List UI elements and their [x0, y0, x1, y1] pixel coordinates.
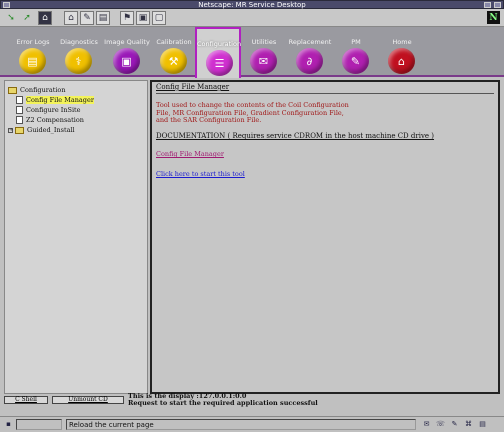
pm-icon: ✎ [342, 48, 369, 74]
print-icon[interactable]: ▤ [96, 11, 110, 25]
tab-label: Configuration [197, 40, 242, 48]
back-arrow-icon[interactable]: ➘ [4, 11, 18, 25]
unmount-cd-button[interactable]: Unmount CD [52, 396, 124, 404]
tab-home[interactable]: Home ⌂ [379, 27, 425, 77]
tree-folder-configuration[interactable]: Configuration [5, 85, 147, 95]
status-bar: ▪ Reload the current page ✉ ☏ ✎ ⌘ ▤ [0, 416, 504, 432]
c-shell-button[interactable]: C Shell [4, 396, 48, 404]
component-bar-icon[interactable]: ▤ [478, 420, 487, 429]
home-icon: ⌂ [388, 48, 415, 74]
content-pane: Config File Manager Tool used to change … [150, 80, 500, 394]
tab-pm[interactable]: PM ✎ [333, 27, 379, 77]
divider [156, 93, 494, 94]
tab-utilities[interactable]: Utilities ✉ [241, 27, 287, 77]
status-text: Reload the current page [66, 419, 416, 430]
documentation-heading: DOCUMENTATION ( Requires service CDROM i… [156, 132, 435, 140]
toolbar: ➘ ➚ ⌂ ⌂ ✎ ▤ ⚑ ▣ ▢ N [0, 9, 504, 27]
description-line: and the SAR Configuration File. [156, 116, 262, 124]
title-bar: Netscape: MR Service Desktop [0, 0, 504, 9]
tree-item-config-file-manager[interactable]: Config File Manager [5, 95, 147, 105]
window-title: Netscape: MR Service Desktop [198, 1, 306, 9]
security-icon[interactable]: ⚑ [120, 11, 134, 25]
tab-label: Utilities [251, 38, 277, 46]
tab-error-logs[interactable]: Error Logs ▤ [10, 27, 56, 77]
tab-image-quality[interactable]: Image Quality ▣ [104, 27, 150, 77]
tool-description: Tool used to change the contents of the … [156, 101, 416, 125]
configuration-icon: ☰ [206, 50, 233, 76]
tab-label: Calibration [156, 38, 192, 46]
tree-item-configure-insite[interactable]: Configure InSite [5, 105, 147, 115]
tree-item-label: Configure InSite [26, 106, 81, 114]
tab-label: Home [392, 38, 412, 46]
maximize-icon[interactable] [494, 2, 501, 8]
page-title: Config File Manager [156, 83, 230, 91]
document-icon[interactable]: ▢ [152, 11, 166, 25]
security-lock-icon[interactable]: ▪ [4, 420, 13, 429]
forward-arrow-icon[interactable]: ➚ [20, 11, 34, 25]
tab-label: Replacement [288, 38, 332, 46]
message-line: Request to start the required applicatio… [128, 399, 318, 407]
tree-item-z2-compensation[interactable]: Z2 Compensation [5, 115, 147, 125]
tab-configuration[interactable]: Configuration ☰ [195, 27, 241, 78]
calibration-icon: ⚒ [160, 48, 187, 74]
folder-icon [15, 126, 24, 134]
lock-icon[interactable]: ▣ [136, 11, 150, 25]
message-area: This is the display :127.0.0.1:0.0 Reque… [128, 393, 318, 407]
image-quality-icon: ▣ [113, 48, 140, 74]
composer-icon[interactable]: ✎ [450, 420, 459, 429]
tree-item-label: Config File Manager [26, 96, 94, 104]
home-icon[interactable]: ⌂ [64, 11, 78, 25]
bottom-button-bar: C Shell Unmount CD [4, 396, 124, 405]
tab-label: Diagnostics [60, 38, 98, 46]
error-log-icon: ▤ [19, 48, 46, 74]
navigator-icon[interactable]: ⌘ [464, 420, 473, 429]
replacement-icon: ∂ [296, 48, 323, 74]
tree-folder-label: Guided_Install [27, 126, 75, 134]
folder-icon [8, 86, 17, 94]
edit-icon[interactable]: ✎ [80, 11, 94, 25]
document-icon [16, 96, 23, 104]
discussion-icon[interactable]: ☏ [436, 420, 445, 429]
home-icon[interactable]: ⌂ [38, 11, 52, 25]
tree-folder-guided-install[interactable]: + Guided_Install [5, 125, 147, 135]
tree-folder-label: Configuration [20, 86, 66, 94]
stethoscope-icon: ⚕ [65, 48, 92, 74]
tab-bar: Error Logs ▤ Diagnostics ⚕ Image Quality ▣ Cal… [0, 27, 504, 78]
mail-icon[interactable]: ✉ [422, 420, 431, 429]
tab-diagnostics[interactable]: Diagnostics ⚕ [56, 27, 102, 77]
sidebar-tree: Configuration Config File Manager Config… [4, 80, 148, 394]
tab-label: Image Quality [104, 38, 150, 46]
netscape-logo-icon: N [487, 11, 500, 24]
tab-label: PM [351, 38, 361, 46]
tab-replacement[interactable]: Replacement ∂ [287, 27, 333, 77]
utilities-icon: ✉ [250, 48, 277, 74]
minimize-icon[interactable] [484, 2, 491, 8]
tab-calibration[interactable]: Calibration ⚒ [151, 27, 197, 77]
progress-field [16, 419, 62, 430]
tab-label: Error Logs [16, 38, 50, 46]
expand-icon[interactable]: + [8, 127, 13, 133]
document-icon [16, 116, 23, 124]
start-tool-link[interactable]: Click here to start this tool [156, 170, 245, 178]
tree-item-label: Z2 Compensation [26, 116, 84, 124]
documentation-link[interactable]: Config File Manager [156, 150, 224, 158]
document-icon [16, 106, 23, 114]
